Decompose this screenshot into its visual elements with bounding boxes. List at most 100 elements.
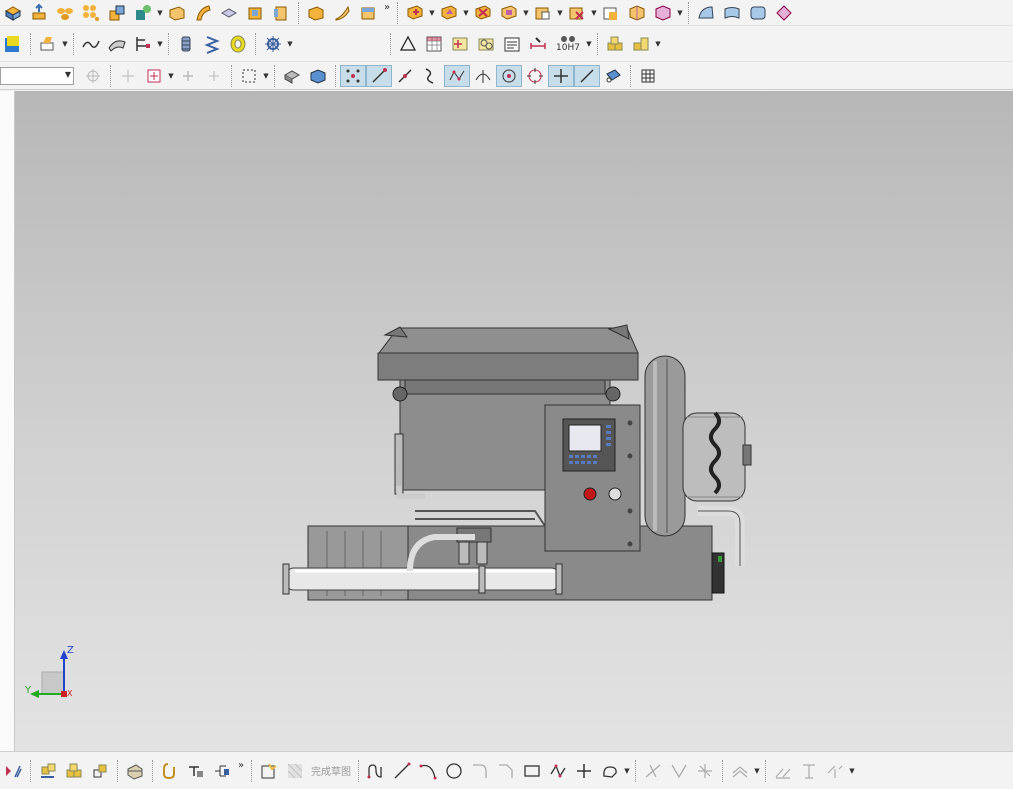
snap-control-icon[interactable] [444, 64, 470, 87]
view-solid-icon[interactable] [305, 65, 331, 87]
offset-face-dropdown-icon[interactable]: ▼ [522, 2, 530, 24]
knit-icon[interactable] [771, 2, 797, 24]
curve-icon[interactable] [78, 33, 104, 55]
sew-icon[interactable] [745, 2, 771, 24]
snap-quadrant-icon[interactable] [522, 65, 548, 87]
rectangle-icon[interactable] [519, 760, 545, 782]
selection-filter-select[interactable]: ▼ [0, 66, 74, 85]
fit-dropdown-icon[interactable]: ▼ [585, 33, 593, 55]
resource-bar[interactable] [0, 91, 15, 751]
surface-grid-icon[interactable] [650, 2, 676, 24]
intersect-icon[interactable] [470, 2, 496, 24]
fillet-icon[interactable] [467, 760, 493, 782]
dim-icon[interactable] [822, 760, 848, 782]
helix-icon[interactable] [199, 33, 225, 55]
snap-points-icon[interactable] [340, 64, 366, 87]
table-icon[interactable] [421, 33, 447, 55]
snap-end-icon[interactable] [366, 64, 392, 87]
corner-icon[interactable] [692, 760, 718, 782]
move-face-icon[interactable] [598, 2, 624, 24]
replace-face-icon[interactable] [530, 2, 556, 24]
curve-icon[interactable] [597, 760, 623, 782]
note-icon[interactable] [499, 33, 525, 55]
triangle-icon[interactable] [395, 33, 421, 55]
dimension-icon[interactable] [35, 760, 61, 782]
subtract-icon[interactable] [436, 2, 462, 24]
grid-point-icon[interactable] [447, 33, 473, 55]
fit-label-icon[interactable]: 10H7 [551, 33, 585, 55]
chamfer-icon[interactable] [493, 760, 519, 782]
extend-icon[interactable] [666, 760, 692, 782]
offset-icon[interactable] [727, 760, 753, 782]
ribbon-icon[interactable] [104, 33, 130, 55]
sheet-icon[interactable] [329, 2, 355, 24]
view-shaded-icon[interactable] [279, 65, 305, 87]
point-icon[interactable] [571, 760, 597, 782]
pattern-array-icon[interactable] [78, 2, 104, 24]
select-icon[interactable] [141, 65, 167, 87]
snap-mid-icon[interactable] [392, 65, 418, 87]
sweep-icon[interactable] [190, 2, 216, 24]
shape-icon[interactable] [130, 2, 156, 24]
arrange-icon[interactable] [209, 760, 235, 782]
snap-face-icon[interactable] [600, 65, 626, 87]
graphics-viewport[interactable]: Z Y X [15, 91, 1013, 751]
gear-dropdown-icon[interactable]: ▼ [286, 33, 294, 55]
attach-icon[interactable] [157, 760, 183, 782]
block-icon[interactable] [0, 2, 26, 24]
spring-icon[interactable] [173, 33, 199, 55]
arc-icon[interactable] [415, 760, 441, 782]
replace-face-dropdown-icon[interactable]: ▼ [556, 2, 564, 24]
snap-intersect-icon[interactable] [470, 65, 496, 87]
text-label-dropdown-icon[interactable]: ▼ [61, 33, 69, 55]
trim-icon[interactable] [719, 2, 745, 24]
assembly-icon[interactable] [61, 760, 87, 782]
unite-dropdown-icon[interactable]: ▼ [428, 2, 436, 24]
surface-icon[interactable] [624, 2, 650, 24]
machine-model[interactable] [15, 91, 1013, 751]
solid-icon[interactable] [303, 2, 329, 24]
sketch-icon[interactable] [256, 760, 282, 782]
component-icon[interactable] [628, 33, 654, 55]
box-select-icon[interactable] [236, 65, 262, 87]
snap-center-icon[interactable] [496, 64, 522, 87]
component-dropdown-icon[interactable]: ▼ [654, 33, 662, 55]
shell-icon[interactable] [242, 2, 268, 24]
unite-icon[interactable] [402, 2, 428, 24]
assembly-icon[interactable] [602, 33, 628, 55]
circle-icon[interactable] [441, 760, 467, 782]
washer-icon[interactable] [225, 33, 251, 55]
rect-select-icon[interactable] [201, 65, 227, 87]
shape-dropdown-icon[interactable]: ▼ [156, 2, 164, 24]
trim-icon[interactable] [640, 760, 666, 782]
mirror-icon[interactable] [770, 760, 796, 782]
box-icon[interactable] [164, 2, 190, 24]
component-icon[interactable] [87, 760, 113, 782]
pattern-icon[interactable] [796, 760, 822, 782]
polygon-icon[interactable] [545, 760, 571, 782]
snap-curve-icon[interactable] [418, 65, 444, 87]
pattern-icon[interactable] [52, 2, 78, 24]
delete-face-dropdown-icon[interactable]: ▼ [590, 2, 598, 24]
snap-line-icon[interactable] [574, 64, 600, 87]
box-select-dropdown-icon[interactable]: ▼ [262, 65, 270, 87]
delete-face-icon[interactable] [564, 2, 590, 24]
gear-icon[interactable] [260, 33, 286, 55]
profile-icon[interactable] [363, 760, 389, 782]
cylinder-icon[interactable] [268, 2, 294, 24]
subtract-dropdown-icon[interactable]: ▼ [462, 2, 470, 24]
block2-icon[interactable] [355, 2, 381, 24]
extrude-icon[interactable] [26, 2, 52, 24]
offset-face-icon[interactable] [496, 2, 522, 24]
finish-sketch-label[interactable]: 完成草图 [308, 763, 354, 778]
color-face-icon[interactable] [0, 33, 26, 55]
dim-dropdown-icon[interactable]: ▼ [848, 760, 856, 782]
curve-dropdown-icon[interactable]: ▼ [623, 760, 631, 782]
overflow-chevron-icon[interactable]: » [381, 2, 393, 24]
finish-sketch-icon[interactable] [282, 760, 308, 782]
thicken-icon[interactable] [216, 2, 242, 24]
section-icon[interactable] [130, 33, 156, 55]
snap-on-icon[interactable] [548, 64, 574, 87]
plus-select-icon[interactable] [175, 65, 201, 87]
offset-dropdown-icon[interactable]: ▼ [753, 760, 761, 782]
